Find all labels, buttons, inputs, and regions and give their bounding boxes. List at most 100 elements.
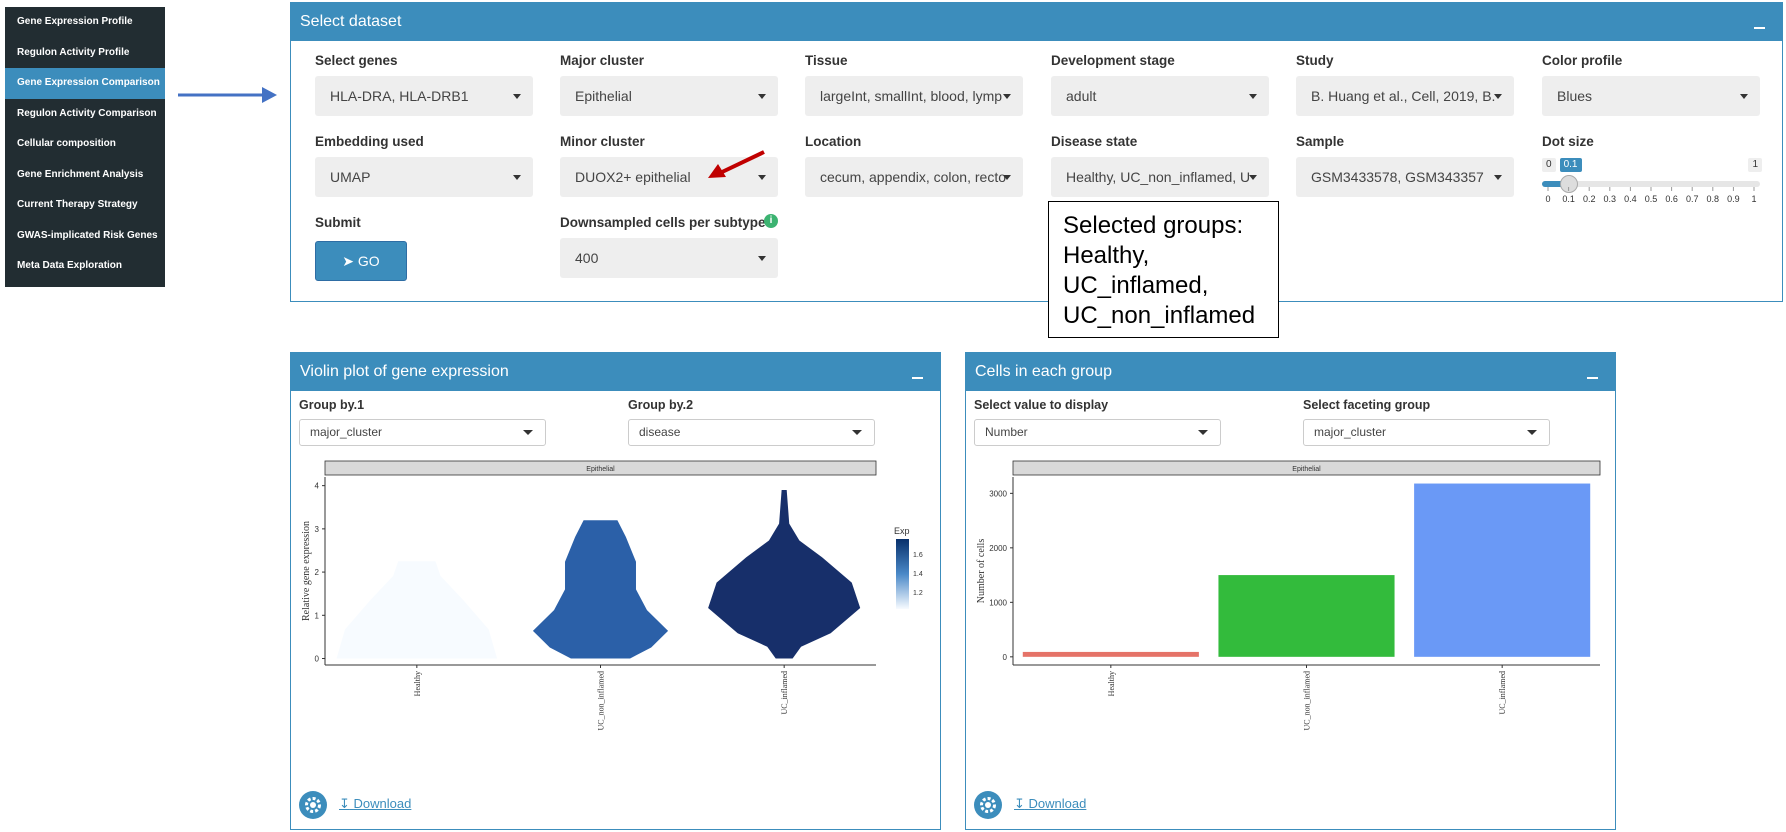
y-tick-label: 3000 bbox=[989, 489, 1007, 498]
sidebar-item[interactable]: Current Therapy Strategy bbox=[5, 190, 165, 221]
slider-tick-label: 1 bbox=[1751, 194, 1756, 204]
embedding-select[interactable]: UMAP bbox=[315, 157, 533, 197]
collapse-button[interactable] bbox=[1750, 3, 1770, 41]
x-tick-label: UC_inflamed bbox=[780, 671, 789, 715]
development-stage-select[interactable]: adult bbox=[1051, 76, 1269, 116]
selected-groups-annotation: Selected groups: Healthy, UC_inflamed, U… bbox=[1048, 201, 1279, 338]
cells-group-box: Cells in each group Select value to disp… bbox=[965, 352, 1616, 830]
settings-button[interactable] bbox=[299, 791, 327, 819]
sample-label: Sample bbox=[1296, 134, 1345, 149]
faceting-group-label: Select faceting group bbox=[1303, 398, 1431, 412]
bar-UC_non_inflamed bbox=[1218, 575, 1395, 657]
group-by-1-select[interactable]: major_cluster bbox=[299, 419, 546, 446]
group-by-2-select[interactable]: disease bbox=[628, 419, 875, 446]
slider-ticks: 0 0.1 0.2 0.3 0.4 0.5 0.6 0.7 0.8 0.9 1 bbox=[1545, 187, 1757, 204]
downsampled-select[interactable]: 400 bbox=[560, 238, 778, 278]
box-title: Violin plot of gene expression bbox=[300, 363, 509, 380]
y-tick-label: 3 bbox=[315, 525, 320, 534]
slider-max-label: 1 bbox=[1748, 158, 1762, 172]
x-tick-label: Healthy bbox=[413, 671, 422, 696]
group-by-1-label: Group by.1 bbox=[299, 398, 365, 412]
legend-tick-label: 1.2 bbox=[913, 590, 923, 597]
violin-UC_non_inflamed bbox=[532, 520, 669, 659]
x-tick-label: UC_inflamed bbox=[1498, 671, 1507, 715]
sidebar-item[interactable]: Regulon Activity Comparison bbox=[5, 99, 165, 130]
annotation-line: UC_non_inflamed bbox=[1063, 302, 1256, 329]
color-profile-select[interactable]: Blues bbox=[1542, 76, 1760, 116]
select-genes-input[interactable]: HLA-DRA, HLA-DRB1 bbox=[315, 76, 533, 116]
violin-chart: Epithelial 0 1 2 3 4 Relative gene expression H… bbox=[301, 460, 923, 731]
study-select[interactable]: B. Huang et al., Cell, 2019, B. bbox=[1296, 76, 1514, 116]
disease-state-select[interactable]: Healthy, UC_non_inflamed, U bbox=[1051, 157, 1269, 197]
download-label: Download bbox=[1028, 796, 1087, 811]
group-by-2-label: Group by.2 bbox=[628, 398, 694, 412]
downsampled-label: Downsampled cells per subtype bbox=[560, 215, 766, 230]
dot-size-slider[interactable]: 0 0.1 1 0 0.1 0.2 0.3 0.4 0.5 0.6 0.7 0.8 0.9 1 bbox=[1542, 153, 1762, 213]
box-header: Cells in each group bbox=[966, 353, 1615, 391]
box-header: Select dataset bbox=[291, 3, 1782, 41]
x-tick-label: Healthy bbox=[1107, 671, 1116, 696]
gear-icon bbox=[980, 797, 996, 813]
sidebar: Gene Expression Profile Regulon Activity … bbox=[5, 7, 165, 287]
download-link[interactable]: ↧ Download bbox=[339, 796, 411, 812]
slider-tick-label: 0.2 bbox=[1583, 194, 1596, 204]
y-tick-label: 0 bbox=[1003, 653, 1008, 662]
download-label: Download bbox=[353, 796, 412, 811]
sidebar-item[interactable]: Gene Enrichment Analysis bbox=[5, 160, 165, 191]
embedding-label: Embedding used bbox=[315, 134, 424, 149]
major-cluster-select[interactable]: Epithelial bbox=[560, 76, 778, 116]
y-tick-label: 2000 bbox=[989, 544, 1007, 553]
slider-tick-label: 0.9 bbox=[1727, 194, 1740, 204]
red-pointer-arrow bbox=[708, 150, 765, 178]
settings-button[interactable] bbox=[974, 791, 1002, 819]
annotation-line: Selected groups: bbox=[1063, 212, 1244, 239]
slider-tick-label: 0.4 bbox=[1624, 194, 1637, 204]
y-tick-label: 0 bbox=[315, 655, 320, 664]
facet-strip-label: Epithelial bbox=[586, 466, 615, 473]
sidebar-item[interactable]: GWAS-implicated Risk Genes bbox=[5, 221, 165, 252]
violin-plot-box: Violin plot of gene expression Group by.… bbox=[290, 352, 941, 830]
pointer-arrow bbox=[178, 87, 277, 103]
slider-min-label: 0 bbox=[1542, 158, 1556, 172]
slider-tick-label: 0.7 bbox=[1686, 194, 1699, 204]
collapse-button[interactable] bbox=[1583, 353, 1603, 391]
sidebar-item[interactable]: Meta Data Exploration bbox=[5, 251, 165, 282]
location-select[interactable]: cecum, appendix, colon, recto bbox=[805, 157, 1023, 197]
info-icon[interactable]: i bbox=[764, 214, 778, 228]
location-label: Location bbox=[805, 134, 862, 149]
annotation-line: UC_inflamed, bbox=[1063, 272, 1209, 299]
send-icon: ➤ bbox=[342, 253, 355, 269]
y-tick-label: 1000 bbox=[989, 598, 1007, 607]
tissue-select[interactable]: largeInt, smallInt, blood, lymp bbox=[805, 76, 1023, 116]
sidebar-item[interactable]: Regulon Activity Profile bbox=[5, 38, 165, 69]
go-button[interactable]: ➤ GO bbox=[315, 241, 407, 281]
major-cluster-label: Major cluster bbox=[560, 53, 645, 68]
legend-tick-label: 1.4 bbox=[913, 571, 923, 578]
collapse-button[interactable] bbox=[908, 353, 928, 391]
submit-label: Submit bbox=[315, 215, 361, 230]
legend-tick-label: 1.6 bbox=[913, 552, 923, 559]
sample-select[interactable]: GSM3433578, GSM343357 bbox=[1296, 157, 1514, 197]
display-value-select[interactable]: Number bbox=[974, 419, 1221, 446]
slider-tick-label: 0 bbox=[1545, 194, 1550, 204]
slider-tick-label: 0.1 bbox=[1562, 194, 1575, 204]
dot-size-label: Dot size bbox=[1542, 134, 1594, 149]
download-icon: ↧ bbox=[1014, 796, 1025, 811]
gear-icon bbox=[305, 797, 321, 813]
box-header: Violin plot of gene expression bbox=[291, 353, 940, 391]
disease-state-label: Disease state bbox=[1051, 134, 1138, 149]
download-icon: ↧ bbox=[339, 796, 350, 811]
y-tick-label: 4 bbox=[315, 482, 320, 491]
display-value-label: Select value to display bbox=[974, 398, 1109, 412]
slider-tick-label: 0.8 bbox=[1707, 194, 1720, 204]
color-profile-label: Color profile bbox=[1542, 53, 1623, 68]
sidebar-item[interactable]: Gene Expression Profile bbox=[5, 7, 165, 38]
select-dataset-box: Select dataset Select genes HLA-DRA, HLA… bbox=[290, 2, 1783, 302]
faceting-group-select[interactable]: major_cluster bbox=[1303, 419, 1550, 446]
bar-UC_inflamed bbox=[1414, 483, 1591, 657]
sidebar-item[interactable]: Cellular composition bbox=[5, 129, 165, 160]
development-stage-label: Development stage bbox=[1051, 53, 1175, 68]
slider-tick-label: 0.6 bbox=[1665, 194, 1678, 204]
download-link[interactable]: ↧ Download bbox=[1014, 796, 1086, 812]
sidebar-item[interactable]: Gene Expression Comparison bbox=[5, 68, 165, 99]
